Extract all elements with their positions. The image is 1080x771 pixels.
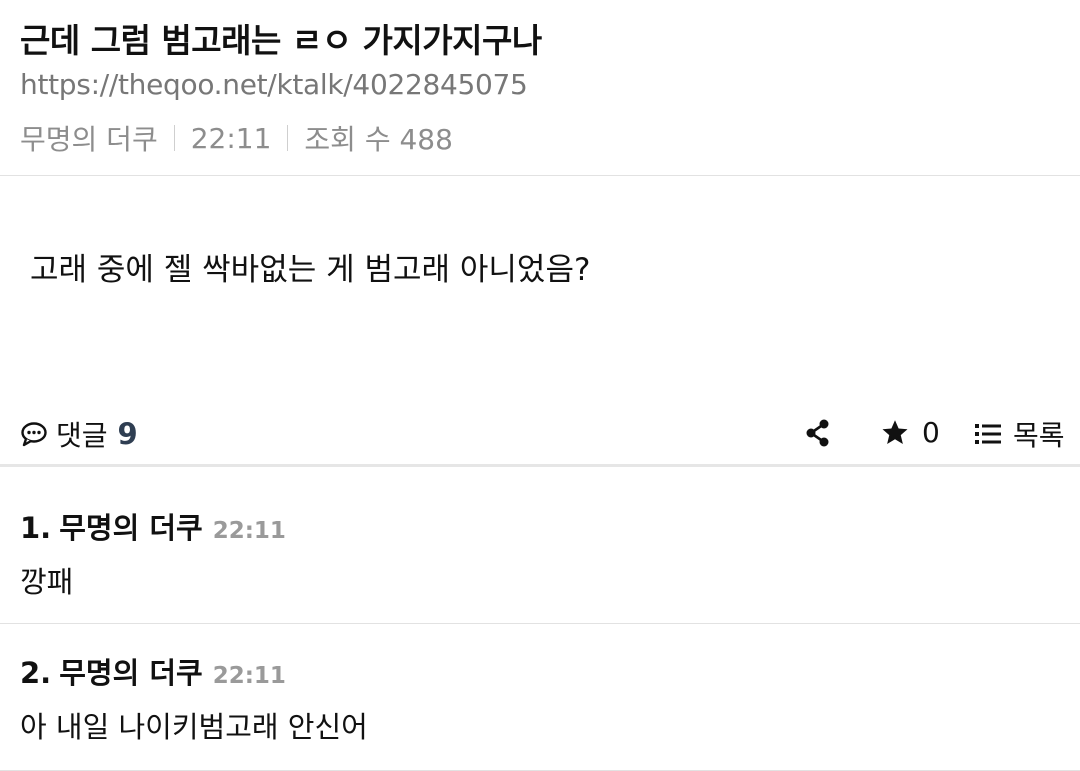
comment-text: 아 내일 나이키범고래 안신어 xyxy=(20,710,368,744)
comment-time: 22:11 xyxy=(212,518,286,544)
comment-count-number: 9 xyxy=(117,417,138,451)
list-button[interactable]: 목록 xyxy=(975,414,1065,454)
comment-time: 22:11 xyxy=(212,663,286,689)
post-title: 근데 그럼 범고래는 ㄹㅇ 가지가지구나 xyxy=(20,21,542,60)
post-url[interactable]: https://theqoo.net/ktalk/4022845075 xyxy=(20,68,528,101)
post-time: 22:11 xyxy=(190,121,272,155)
post-body: 고래 중에 젤 싹바없는 게 범고래 아니었음? xyxy=(30,252,591,288)
comment-index: 1. xyxy=(20,511,52,545)
meta-divider xyxy=(173,125,175,151)
comment-author[interactable]: 무명의 더쿠 xyxy=(59,505,203,547)
comment-header: 2. 무명의 더쿠 22:11 xyxy=(20,650,286,692)
comment-item: 1. 무명의 더쿠 22:11 깡패 xyxy=(0,475,1080,624)
meta-divider xyxy=(287,125,289,151)
comment-index: 2. xyxy=(20,656,52,690)
comment-header: 1. 무명의 더쿠 22:11 xyxy=(20,505,286,547)
list-label: 목록 xyxy=(1013,419,1065,452)
post-author: 무명의 더쿠 xyxy=(20,123,158,156)
comment-item: 2. 무명의 더쿠 22:11 아 내일 나이키범고래 안신어 xyxy=(0,624,1080,771)
share-button[interactable] xyxy=(803,418,833,448)
star-count: 0 xyxy=(922,416,940,449)
post-meta: 무명의 더쿠 22:11 조회 수 488 xyxy=(20,118,453,158)
post-header: 근데 그럼 범고래는 ㄹㅇ 가지가지구나 https://theqoo.net/… xyxy=(0,0,1080,176)
list-icon xyxy=(975,424,1001,444)
star-icon xyxy=(882,419,908,444)
comment-icon xyxy=(21,422,47,447)
star-button[interactable]: 0 xyxy=(880,416,940,449)
comment-label: 댓글 xyxy=(56,419,108,452)
comment-text: 깡패 xyxy=(20,565,74,599)
comment-count[interactable]: 댓글 9 xyxy=(20,414,138,454)
comment-author[interactable]: 무명의 더쿠 xyxy=(59,650,203,692)
post-views: 조회 수 488 xyxy=(304,123,453,156)
share-icon xyxy=(806,419,829,447)
post-action-bar: 댓글 9 0 목록 xyxy=(0,400,1080,467)
